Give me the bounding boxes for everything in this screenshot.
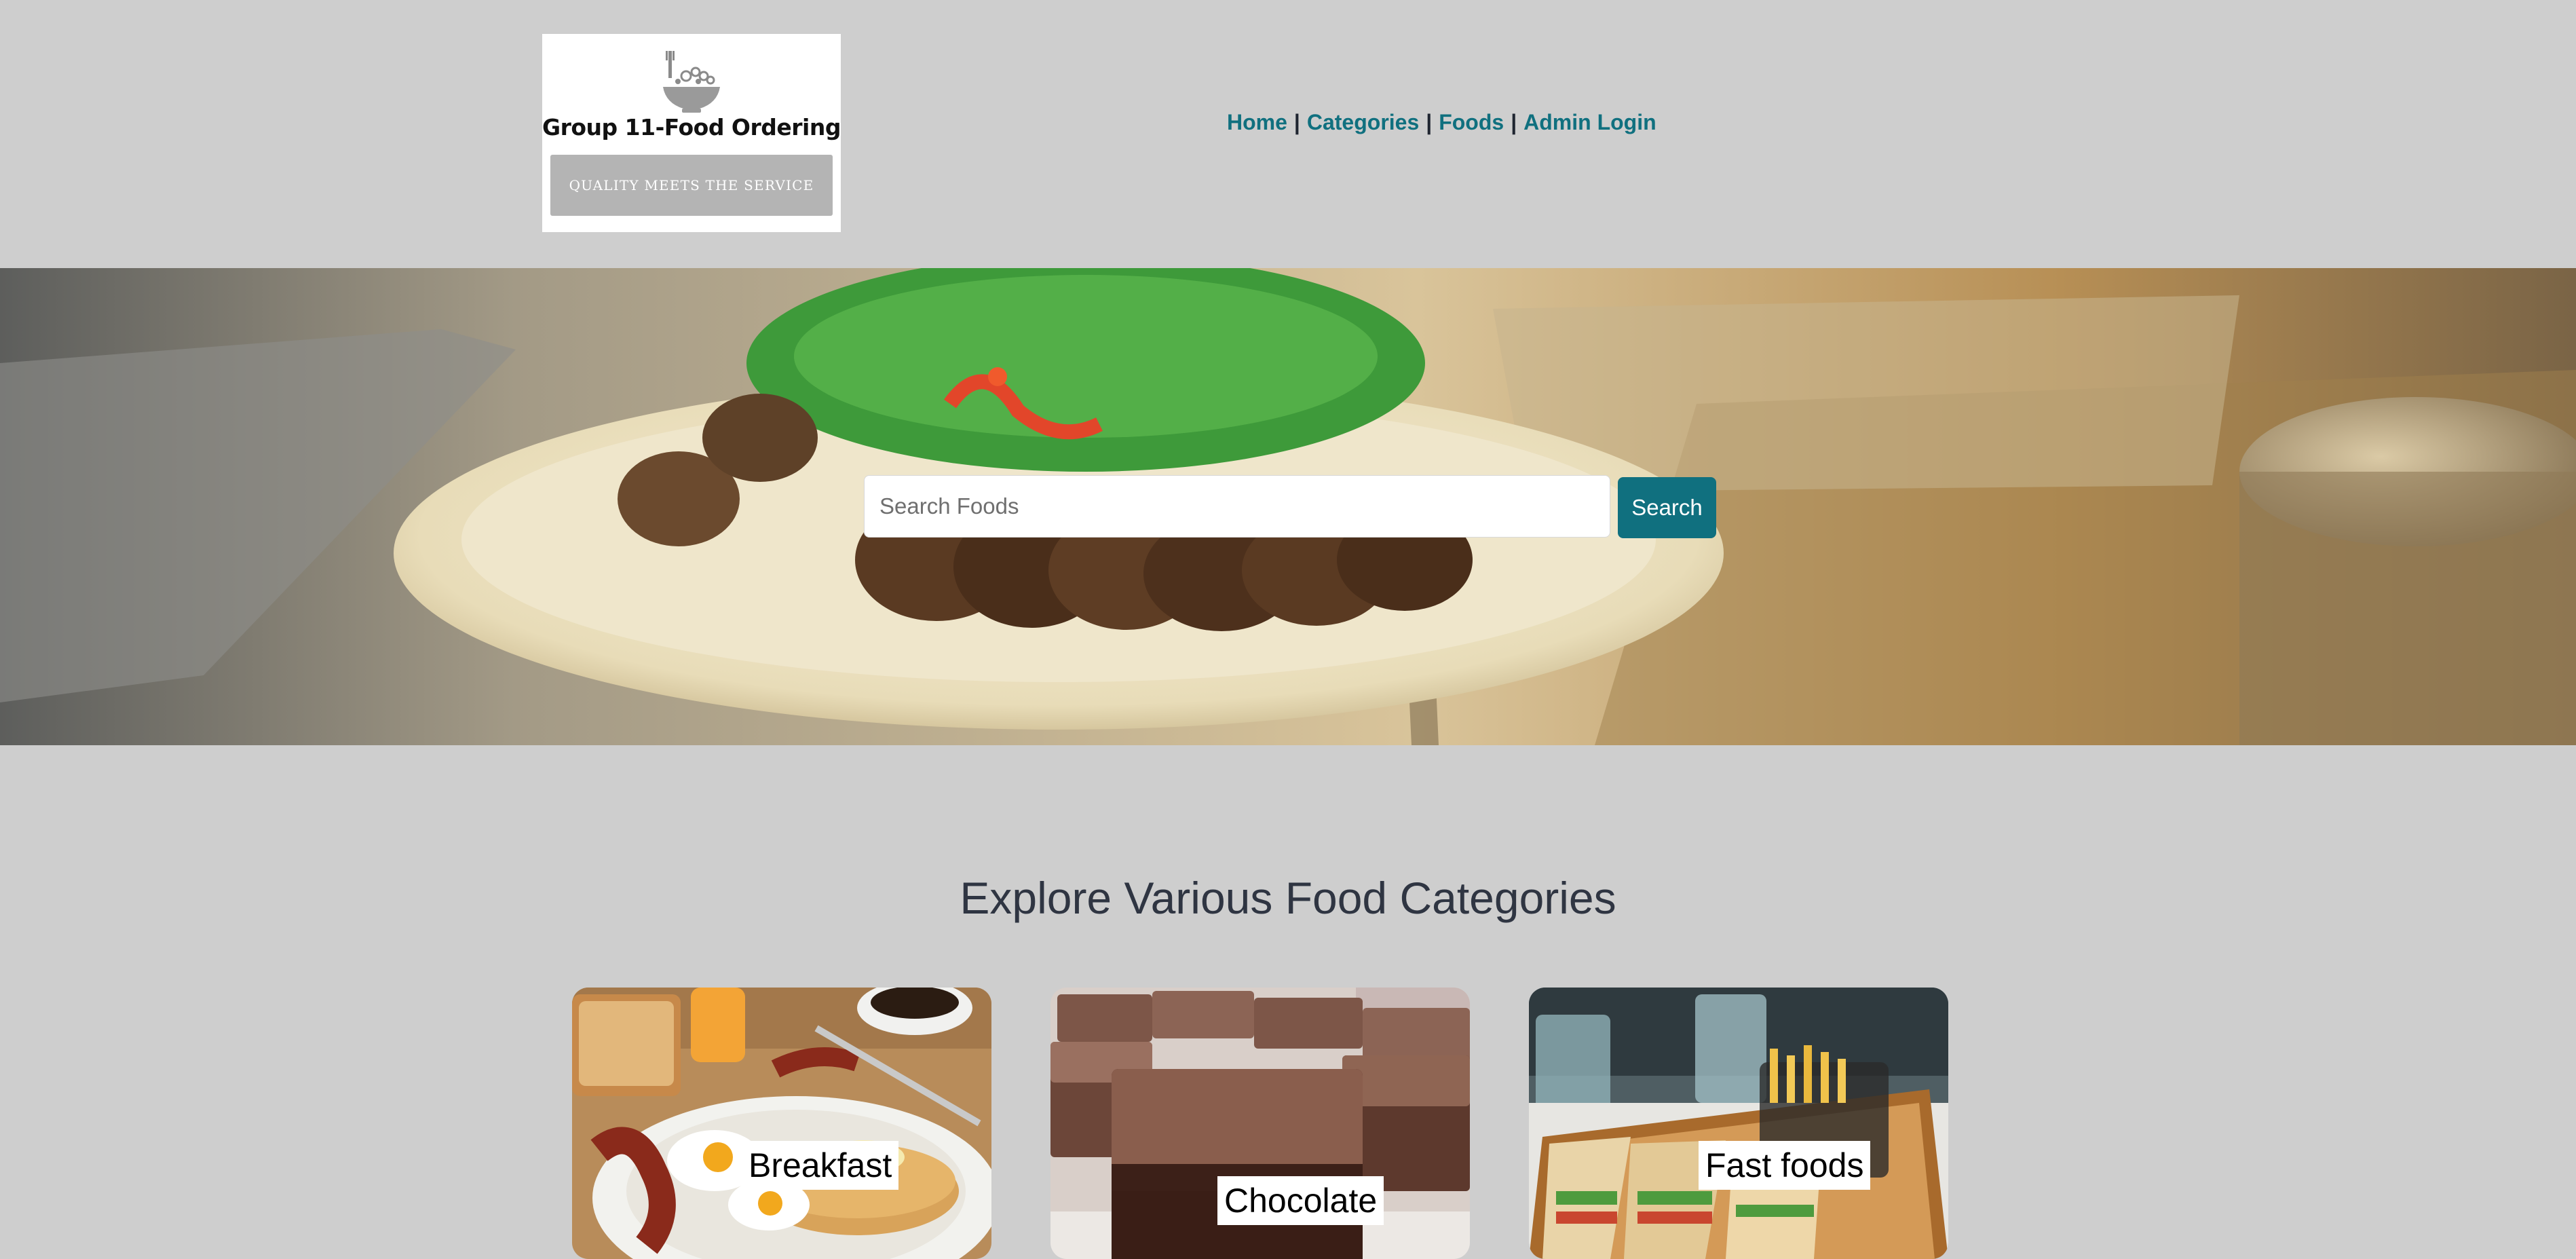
site-header: Group 11-Food Ordering QUALITY MEETS THE… — [0, 0, 2576, 268]
categories-heading: Explore Various Food Categories — [960, 873, 1616, 923]
logo-tagline-band: QUALITY MEETS THE SERVICE — [550, 155, 833, 216]
category-label: Fast foods — [1699, 1141, 1871, 1190]
search-input[interactable] — [864, 475, 1610, 538]
nav-link-home[interactable]: Home — [1227, 110, 1287, 135]
nav-link-admin-login[interactable]: Admin Login — [1523, 110, 1656, 135]
nav-link-categories[interactable]: Categories — [1307, 110, 1419, 135]
hero-banner: Search — [0, 268, 2576, 745]
site-logo[interactable]: Group 11-Food Ordering QUALITY MEETS THE… — [542, 34, 841, 232]
category-card-breakfast[interactable]: Breakfast — [572, 988, 991, 1259]
nav-separator: | — [1511, 109, 1517, 134]
bowl-icon — [663, 51, 720, 113]
nav-link-foods[interactable]: Foods — [1439, 110, 1504, 135]
search-button[interactable]: Search — [1618, 477, 1716, 538]
fast-foods-photo — [1529, 988, 1948, 1259]
category-label: Breakfast — [742, 1141, 899, 1190]
nav-separator: | — [1293, 109, 1300, 134]
category-card-fast-foods[interactable]: Fast foods — [1529, 988, 1948, 1259]
main-nav: Home | Categories | Foods | Admin Login — [1227, 107, 1656, 137]
nav-separator: | — [1426, 109, 1433, 134]
breakfast-photo — [572, 988, 991, 1259]
logo-tagline: QUALITY MEETS THE SERVICE — [569, 177, 814, 193]
logo-title: Group 11-Food Ordering — [542, 114, 841, 140]
category-label: Chocolate — [1217, 1176, 1384, 1225]
category-card-chocolate[interactable]: Chocolate — [1050, 988, 1470, 1259]
